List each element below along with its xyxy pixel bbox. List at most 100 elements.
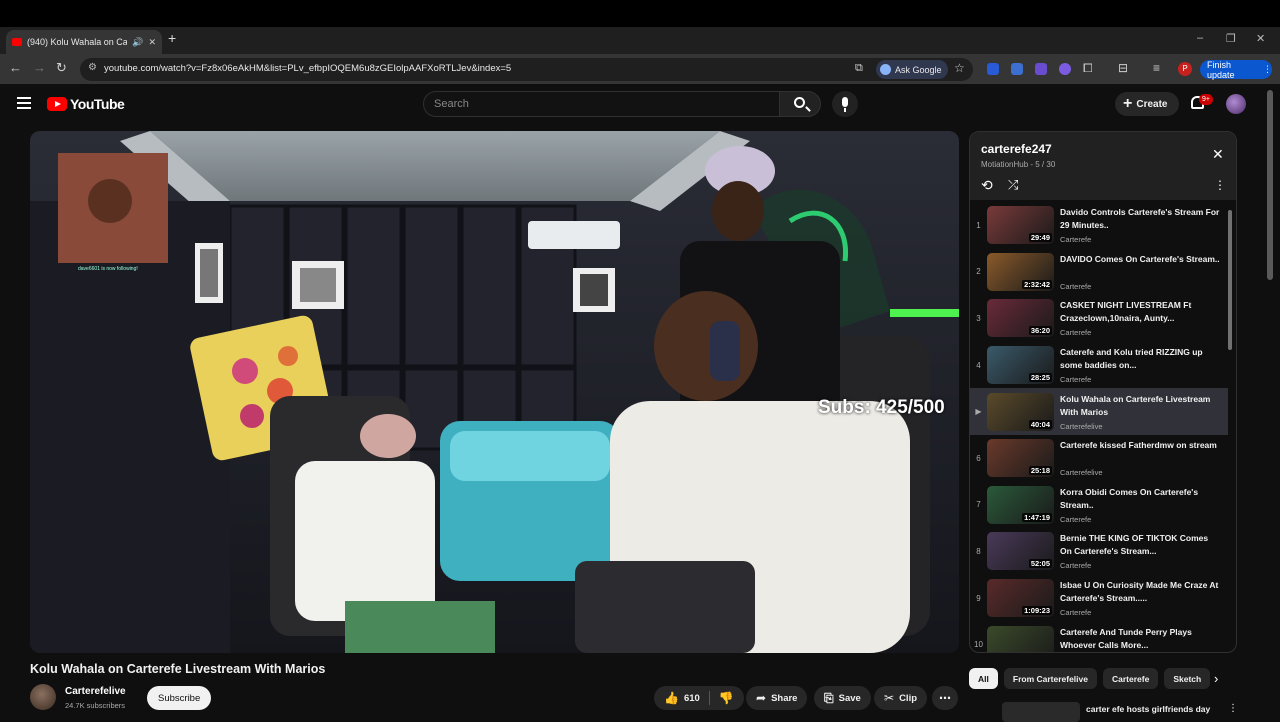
playlist-item[interactable]: 129:49Davido Controls Carterefe's Stream… (970, 202, 1228, 249)
filter-chip[interactable]: Sketch (1164, 668, 1210, 689)
dislike-thumb-icon[interactable]: 👎 (719, 691, 734, 705)
playlist-item[interactable]: 336:20CASKET NIGHT LIVESTREAM Ft Crazecl… (970, 295, 1228, 342)
url-text[interactable]: youtube.com/watch?v=Fz8x06eAkHM&list=PLv… (104, 63, 511, 74)
playlist-scrollbar[interactable] (1228, 210, 1232, 350)
youtube-logo[interactable]: YouTube (47, 96, 124, 112)
search-box[interactable] (423, 91, 780, 117)
playlist-item-title[interactable]: Carterefe And Tunde Perry Plays Whoever … (1060, 626, 1220, 652)
playlist-item-thumbnail[interactable]: 25:18 (987, 439, 1054, 477)
shuffle-icon[interactable]: ⤮ (1008, 177, 1018, 193)
playlist-item-thumbnail[interactable]: 28:25 (987, 346, 1054, 384)
playlist-item[interactable]: 428:25Caterefe and Kolu tried RIZZING up… (970, 342, 1228, 389)
recommended-video[interactable]: carter efe hosts girlfriends day ⋮ (1002, 700, 1237, 720)
ask-google-label: Ask Google (895, 65, 942, 75)
recommended-thumbnail[interactable] (1002, 702, 1080, 722)
browser-profile-avatar[interactable]: P (1178, 62, 1192, 76)
more-actions-button[interactable]: ⋯ (932, 686, 958, 710)
playlist-item-thumbnail[interactable]: 1:47:19 (987, 486, 1054, 524)
playlist-item[interactable]: 91:09:23Isbae U On Curiosity Made Me Cra… (970, 575, 1228, 622)
playlist-more-icon[interactable]: ⋮ (1214, 178, 1226, 192)
playlist-item-duration: 40:04 (1029, 420, 1052, 429)
video-player[interactable]: Subs: 425/500 dave6601 is now following! (30, 131, 959, 653)
playlist-item[interactable]: 1044:51Carterefe And Tunde Perry Plays W… (970, 621, 1228, 653)
video-frame-image (30, 131, 959, 653)
playlist-item-thumbnail[interactable]: 2:32:42 (987, 253, 1054, 291)
recommended-more-icon[interactable]: ⋮ (1228, 703, 1238, 714)
new-tab-icon[interactable]: + (168, 30, 176, 46)
playlist-item-title[interactable]: Caterefe and Kolu tried RIZZING up some … (1060, 346, 1220, 372)
filter-chip[interactable]: From Carterefelive (1004, 668, 1097, 689)
close-tab-icon[interactable]: ✕ (148, 37, 156, 48)
search-icon (794, 97, 805, 108)
finish-update-button[interactable]: Finish update ⋮ (1200, 60, 1272, 79)
hamburger-menu-icon[interactable] (17, 97, 31, 109)
extension-icon[interactable] (1035, 63, 1047, 75)
playlist-item-title[interactable]: CASKET NIGHT LIVESTREAM Ft Crazeclown,10… (1060, 299, 1220, 325)
window-top-bar (0, 0, 1280, 27)
account-avatar[interactable] (1226, 94, 1246, 114)
share-arrow-icon: ➦ (756, 691, 766, 705)
subscribe-button[interactable]: Subscribe (147, 686, 211, 710)
playlist-item-duration: 28:25 (1029, 373, 1052, 382)
forward-icon[interactable]: → (33, 60, 46, 75)
save-button[interactable]: ⎘ Save (814, 686, 871, 710)
playlist-item-index: 3 (970, 314, 987, 323)
playlist-item[interactable]: 22:32:42DAVIDO Comes On Carterefe's Stre… (970, 249, 1228, 296)
minimize-icon[interactable]: – (1197, 32, 1203, 44)
playlist-item-thumbnail[interactable]: 40:04 (987, 393, 1054, 431)
create-button[interactable]: + Create (1115, 92, 1179, 116)
share-button[interactable]: ➦ Share (746, 686, 807, 710)
browser-tab[interactable]: (940) Kolu Wahala on Carte 🔊 ✕ (6, 30, 162, 54)
playlist-item-thumbnail[interactable]: 44:51 (987, 626, 1054, 653)
clip-label: Clip (899, 693, 917, 704)
playlist-item[interactable]: 625:18Carterefe kissed Fatherdmw on stre… (970, 435, 1228, 482)
extension-icon[interactable] (1059, 63, 1071, 75)
translate-extension-icon[interactable] (1011, 63, 1023, 75)
like-thumb-icon[interactable]: 👍 (664, 691, 679, 705)
extensions-puzzle-icon[interactable]: ⧠ (1083, 61, 1093, 76)
playlist-item[interactable]: 71:47:19Korra Obidi Comes On Carterefe's… (970, 482, 1228, 529)
speaker-icon[interactable]: 🔊 (132, 37, 143, 48)
clip-button[interactable]: ✂ Clip (874, 686, 927, 710)
ask-google-button[interactable]: Ask Google (876, 60, 948, 79)
playlist-item-title[interactable]: Isbae U On Curiosity Made Me Craze At Ca… (1060, 579, 1220, 605)
playlist-item-title[interactable]: Korra Obidi Comes On Carterefe's Stream.… (1060, 486, 1220, 512)
channel-avatar[interactable] (30, 684, 56, 710)
tab-search-icon[interactable]: ⊟ (1118, 61, 1128, 75)
playlist-item[interactable]: 852:05Bernie THE KING OF TIKTOK Comes On… (970, 528, 1228, 575)
search-input[interactable] (424, 92, 779, 116)
playlist-item-title[interactable]: DAVIDO Comes On Carterefe's Stream.. (1060, 253, 1220, 279)
maximize-icon[interactable]: ❐ (1226, 32, 1236, 45)
channel-name[interactable]: Carterefelive (65, 686, 126, 697)
search-button[interactable] (779, 91, 821, 117)
filter-chip[interactable]: All (969, 668, 998, 689)
playlist-item[interactable]: ▶40:04Kolu Wahala on Carterefe Livestrea… (970, 388, 1228, 435)
playlist-item-title[interactable]: Kolu Wahala on Carterefe Livestream With… (1060, 393, 1220, 419)
playlist-item-title[interactable]: Bernie THE KING OF TIKTOK Comes On Carte… (1060, 532, 1220, 558)
playlist-title[interactable]: carterefe247 (981, 142, 1052, 156)
close-playlist-icon[interactable]: ✕ (1212, 146, 1224, 163)
reading-list-icon[interactable]: ≡ (1153, 61, 1160, 75)
playlist-item-title[interactable]: Carterefe kissed Fatherdmw on stream (1060, 439, 1220, 465)
close-window-icon[interactable]: ✕ (1256, 32, 1265, 45)
playlist-item-thumbnail[interactable]: 36:20 (987, 299, 1054, 337)
chevron-right-icon[interactable]: › (1214, 671, 1218, 686)
filter-chip[interactable]: Carterefe (1103, 668, 1158, 689)
address-bar[interactable]: ⚙ youtube.com/watch?v=Fz8x06eAkHM&list=P… (80, 58, 973, 81)
back-icon[interactable]: ← (9, 60, 22, 75)
playlist-item-thumbnail[interactable]: 1:09:23 (987, 579, 1054, 617)
page-scrollbar[interactable] (1267, 90, 1273, 280)
bookmark-star-icon[interactable]: ☆ (954, 61, 965, 75)
playlist-item-thumbnail[interactable]: 29:49 (987, 206, 1054, 244)
site-info-icon[interactable]: ⚙ (88, 62, 97, 73)
extension-icon[interactable] (987, 63, 999, 75)
like-count[interactable]: 610 (684, 693, 700, 704)
voice-search-mic-icon[interactable] (832, 91, 858, 117)
loop-icon[interactable]: ⟲ (981, 177, 993, 194)
reload-icon[interactable]: ↻ (56, 60, 67, 76)
playlist-item-thumbnail[interactable]: 52:05 (987, 532, 1054, 570)
recommended-title[interactable]: carter efe hosts girlfriends day (1086, 704, 1210, 714)
notification-badge: 9+ (1199, 94, 1213, 105)
playlist-item-title[interactable]: Davido Controls Carterefe's Stream For 2… (1060, 206, 1220, 232)
install-app-icon[interactable]: ⧉ (855, 62, 863, 75)
